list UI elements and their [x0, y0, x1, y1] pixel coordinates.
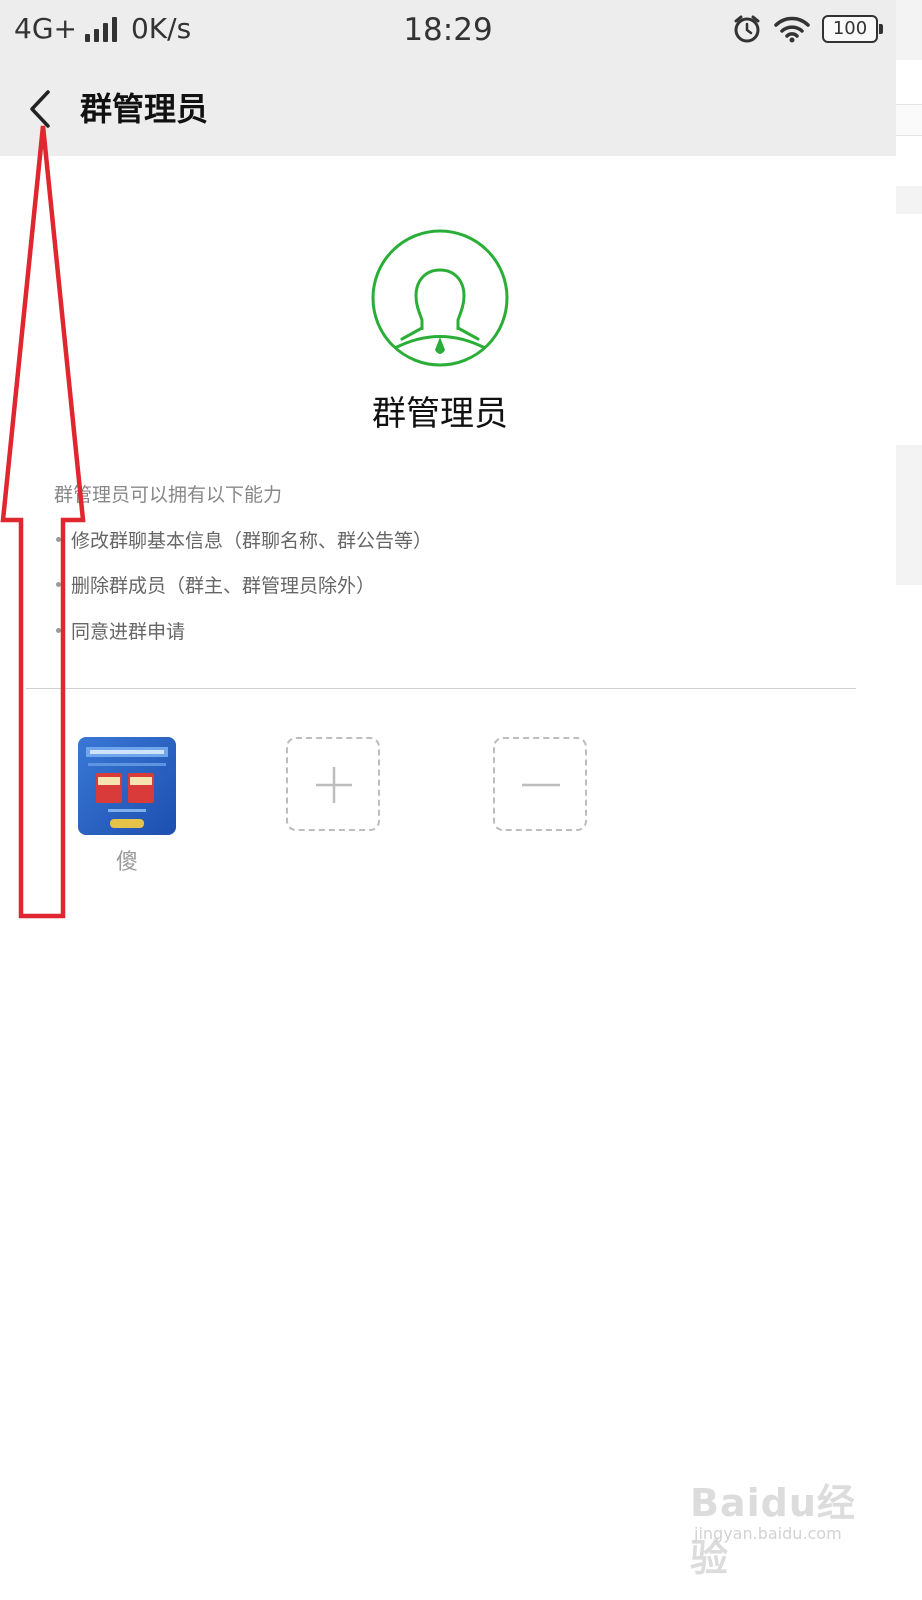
bullet-dot — [56, 582, 61, 587]
divider — [26, 688, 856, 689]
battery-icon: 100 — [822, 15, 883, 43]
watermark: Baidu经验 jingyan.baidu.com — [690, 1462, 870, 1580]
remove-member-button[interactable] — [493, 737, 587, 831]
wifi-icon — [774, 16, 810, 43]
permissions-heading: 群管理员可以拥有以下能力 — [54, 484, 283, 506]
chevron-left-icon — [30, 90, 50, 128]
permission-text: 同意进群申请 — [71, 621, 186, 643]
bullet-dot — [56, 537, 61, 542]
nav-bar: 群管理员 — [0, 62, 896, 156]
alarm-icon — [734, 15, 760, 43]
plus-icon — [316, 767, 352, 803]
permission-item: 删除群成员（群主、群管理员除外） — [54, 571, 375, 598]
back-button[interactable] — [18, 82, 66, 136]
bullet-dot — [56, 628, 61, 633]
screen: 4G+ 0K/s 18:29 100 群管理员 群管理员 群管理员可以拥有以下能… — [0, 0, 922, 1600]
page-title: 群管理员 — [80, 90, 209, 128]
minus-icon — [522, 783, 560, 787]
right-gutter — [896, 0, 922, 1600]
permission-item: 同意进群申请 — [54, 617, 185, 644]
person-icon — [371, 229, 509, 367]
permission-item: 修改群聊基本信息（群聊名称、群公告等） — [54, 526, 432, 553]
watermark-url: jingyan.baidu.com — [694, 1524, 842, 1543]
status-bar: 4G+ 0K/s 18:29 100 — [0, 0, 896, 62]
add-member-button[interactable] — [286, 737, 380, 831]
avatar-image — [78, 737, 176, 835]
status-right: 100 — [732, 14, 883, 44]
permission-text: 删除群成员（群主、群管理员除外） — [71, 575, 376, 597]
member-avatar[interactable] — [78, 737, 176, 835]
arrow-up-icon — [0, 125, 86, 919]
hero-title: 群管理员 — [372, 394, 508, 434]
battery-level: 100 — [832, 18, 868, 39]
member-name: 傻 — [115, 850, 138, 875]
permission-text: 修改群聊基本信息（群聊名称、群公告等） — [71, 530, 433, 552]
